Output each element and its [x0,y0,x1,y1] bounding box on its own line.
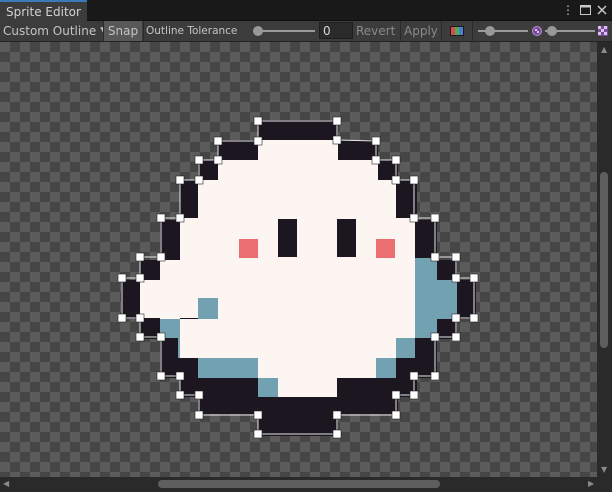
outline-vertex-handle[interactable] [156,332,166,342]
tab-bar: Sprite Editor ⋮ [0,0,612,21]
scroll-right-arrow-icon[interactable]: ▶ [588,480,594,488]
outline-vertex-handle[interactable] [371,155,381,165]
toolbar-divider [143,21,144,41]
outline-vertex-handle[interactable] [332,135,342,145]
outline-vertex-handle[interactable] [332,410,342,420]
outline-vertex-handle[interactable] [430,252,440,262]
slider-handle[interactable] [547,26,557,36]
outline-tolerance-label: Outline Tolerance [146,25,238,37]
outline-vertex-handle[interactable] [175,371,185,381]
snap-toggle-button[interactable]: Snap [104,21,142,41]
outline-vertex-handle[interactable] [391,410,401,420]
vertical-scrollbar-thumb[interactable] [600,172,608,348]
outline-vertex-handle[interactable] [156,213,166,223]
outline-vertex-handle[interactable] [194,155,204,165]
outline-vertex-handle[interactable] [175,175,185,185]
toolbar-divider [400,21,401,41]
outline-tolerance-slider[interactable] [253,21,315,41]
mip-level-slider[interactable] [545,21,595,41]
outline-vertex-handle[interactable] [332,429,342,439]
outline-vertex-handle[interactable] [156,252,166,262]
outline-vertex-handle[interactable] [451,313,461,323]
scroll-down-arrow-icon[interactable]: ▼ [601,466,607,474]
outline-vertex-handle[interactable] [430,332,440,342]
slider-handle[interactable] [253,26,263,36]
outline-vertex-handle[interactable] [391,155,401,165]
outline-mode-label: Custom Outline [3,24,97,38]
outline-vertex-handle[interactable] [391,175,401,185]
outline-tolerance-field[interactable]: 0 [319,22,353,39]
outline-vertex-handle[interactable] [451,252,461,262]
outline-vertex-handle[interactable] [253,136,263,146]
outline-vertex-handle[interactable] [135,252,145,262]
scroll-up-arrow-icon[interactable]: ▲ [601,46,607,54]
outline-vertex-handle[interactable] [371,136,381,146]
sprite-editor-window: Sprite Editor ⋮ Custom Outline ▼ Snap Ou… [0,0,612,492]
outline-vertex-handle[interactable] [409,213,419,223]
revert-button[interactable]: Revert [356,21,395,41]
toolbar-divider [472,21,473,41]
outline-vertex-handle[interactable] [194,390,204,400]
outline-vertex-handle[interactable] [156,371,166,381]
outline-vertex-handle[interactable] [194,175,204,185]
outline-vertex-handle[interactable] [213,155,223,165]
outline-vertex-handle[interactable] [253,410,263,420]
toolbar: Custom Outline ▼ Snap Outline Tolerance … [0,21,612,42]
outline-vertex-handle[interactable] [117,313,127,323]
rgb-channels-icon[interactable] [450,26,464,36]
outline-vertex-handle[interactable] [135,332,145,342]
outline-vertex-handle[interactable] [409,390,419,400]
outline-vertex-handle[interactable] [409,371,419,381]
outline-vertex-handle[interactable] [117,273,127,283]
outline-vertex-handle[interactable] [332,116,342,126]
outline-vertex-handle[interactable] [253,116,263,126]
outline-vertex-handle[interactable] [175,213,185,223]
outline-vertex-handle[interactable] [469,273,479,283]
horizontal-scrollbar-thumb[interactable] [158,480,440,488]
outline-vertex-handle[interactable] [409,175,419,185]
apply-button[interactable]: Apply [404,21,438,41]
slider-handle[interactable] [485,26,495,36]
mip-level-icon [597,24,609,38]
zoom-icon [531,24,543,38]
outline-vertex-handle[interactable] [469,313,479,323]
zoom-slider[interactable] [478,21,528,41]
outline-vertex-handle[interactable] [135,273,145,283]
sprite-canvas[interactable] [0,42,597,477]
kebab-menu-icon[interactable]: ⋮ [561,3,575,17]
tab-sprite-editor[interactable]: Sprite Editor [0,0,87,21]
sprite-view[interactable] [0,42,597,477]
outline-vertex-handle[interactable] [430,371,440,381]
sprite-image [121,120,476,436]
scroll-left-arrow-icon[interactable]: ◀ [3,480,9,488]
outline-vertex-handle[interactable] [451,273,461,283]
outline-mode-dropdown[interactable]: Custom Outline ▼ [3,21,107,41]
outline-vertex-handle[interactable] [451,332,461,342]
outline-vertex-handle[interactable] [213,136,223,146]
toolbar-divider [441,21,442,41]
maximize-icon[interactable] [578,3,592,17]
outline-vertex-handle[interactable] [253,429,263,439]
outline-vertex-handle[interactable] [430,213,440,223]
outline-vertex-handle[interactable] [135,313,145,323]
outline-vertex-handle[interactable] [175,390,185,400]
close-icon[interactable] [595,3,609,17]
outline-vertex-handle[interactable] [194,410,204,420]
outline-vertex-handle[interactable] [391,390,401,400]
